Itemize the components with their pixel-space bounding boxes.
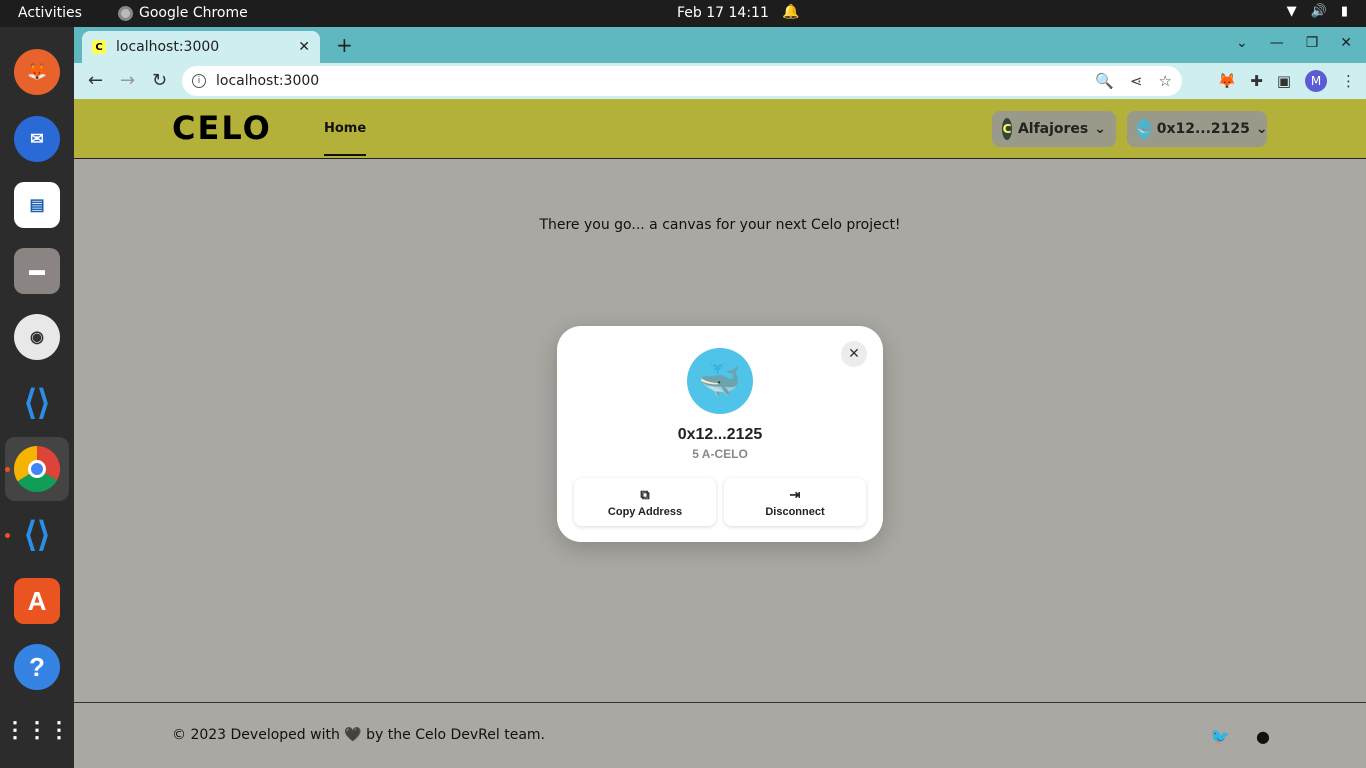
chrome-icon[interactable] bbox=[14, 446, 60, 492]
url-text: localhost:3000 bbox=[216, 73, 320, 89]
tab-search-icon[interactable]: ⌄ bbox=[1236, 35, 1248, 51]
copy-address-label: Copy Address bbox=[607, 505, 683, 518]
bookmark-star-icon[interactable]: ☆ bbox=[1159, 72, 1172, 90]
running-indicator bbox=[5, 467, 10, 472]
browser-tab[interactable]: C localhost:3000 ✕ bbox=[82, 31, 320, 63]
account-label: 0x12...2125 bbox=[1156, 121, 1250, 137]
maximize-icon[interactable]: ❐ bbox=[1306, 35, 1319, 51]
chevron-down-icon: ⌄ bbox=[1094, 121, 1106, 137]
activities-button[interactable]: Activities bbox=[18, 5, 82, 21]
vscode-icon[interactable]: ⟨⟩ bbox=[14, 512, 60, 558]
metamask-icon[interactable]: 🦊 bbox=[1218, 72, 1237, 90]
disconnect-label: Disconnect bbox=[765, 505, 825, 518]
app-center-icon[interactable]: A bbox=[14, 578, 60, 624]
github-icon[interactable]: ● bbox=[1256, 727, 1270, 746]
copyright-text: © 2023 Developed with 🖤 by the Celo DevR… bbox=[172, 727, 545, 743]
twitter-icon[interactable]: 🐦 bbox=[1210, 727, 1230, 746]
modal-balance: 5 A-CELO bbox=[692, 447, 748, 461]
back-icon[interactable]: ← bbox=[88, 70, 103, 91]
extension-area: 🦊 ✚ ▣ M ⋮ bbox=[1218, 70, 1356, 92]
site-info-icon[interactable]: i bbox=[192, 74, 206, 88]
chrome-mini-icon bbox=[118, 5, 133, 21]
kebab-menu-icon[interactable]: ⋮ bbox=[1341, 72, 1356, 90]
close-modal-icon[interactable]: ✕ bbox=[841, 341, 867, 367]
vscode-icon[interactable]: ⟨⟩ bbox=[14, 380, 60, 426]
tab-strip: C localhost:3000 ✕ + ⌄ — ❐ ✕ bbox=[74, 27, 1366, 63]
reload-icon[interactable]: ↻ bbox=[152, 70, 167, 91]
extensions-puzzle-icon[interactable]: ✚ bbox=[1250, 72, 1263, 90]
files-icon[interactable]: ▬ bbox=[14, 248, 60, 294]
network-selector-button[interactable]: C Alfajores ⌄ bbox=[992, 111, 1116, 147]
alarm-bell-icon: 🔔 bbox=[782, 4, 800, 20]
window-controls: ⌄ — ❐ ✕ bbox=[1236, 35, 1352, 51]
volume-icon: 🔊 bbox=[1310, 4, 1327, 19]
whale-avatar-icon: 🐳 bbox=[1137, 119, 1151, 139]
tab-title: localhost:3000 bbox=[116, 39, 220, 55]
app-grid-icon[interactable]: ⋮⋮⋮ bbox=[4, 707, 70, 753]
system-top-bar: Activities Google Chrome Feb 17 14:11 🔔 … bbox=[0, 0, 1366, 27]
account-button[interactable]: 🐳 0x12...2125 ⌄ bbox=[1127, 111, 1268, 147]
libreoffice-writer-icon[interactable]: ▤ bbox=[14, 182, 60, 228]
site-footer: © 2023 Developed with 🖤 by the Celo DevR… bbox=[74, 702, 1366, 768]
celo-logo[interactable]: CELO bbox=[172, 112, 272, 144]
nav-home-link[interactable]: Home bbox=[324, 121, 367, 156]
zoom-icon[interactable]: 🔍 bbox=[1095, 72, 1114, 90]
modal-address: 0x12...2125 bbox=[677, 426, 763, 443]
battery-icon: ▮ bbox=[1340, 4, 1348, 19]
running-indicator bbox=[5, 533, 10, 538]
profile-avatar[interactable]: M bbox=[1305, 70, 1327, 92]
clock[interactable]: Feb 17 14:11 bbox=[677, 5, 769, 21]
network-label: Alfajores bbox=[1017, 121, 1089, 137]
firefox-icon[interactable]: 🦊 bbox=[14, 49, 60, 95]
new-tab-button[interactable]: + bbox=[336, 33, 353, 57]
help-icon[interactable]: ? bbox=[14, 644, 60, 690]
share-icon[interactable]: ⋖ bbox=[1130, 72, 1143, 90]
forward-icon[interactable]: → bbox=[120, 70, 135, 91]
close-window-icon[interactable]: ✕ bbox=[1340, 35, 1352, 51]
copy-address-button[interactable]: ⧉ Copy Address bbox=[574, 478, 716, 526]
side-panel-icon[interactable]: ▣ bbox=[1277, 72, 1291, 90]
thunderbird-icon[interactable]: ✉ bbox=[14, 116, 60, 162]
chevron-down-icon: ⌄ bbox=[1255, 121, 1268, 137]
close-tab-icon[interactable]: ✕ bbox=[298, 39, 310, 55]
copy-icon: ⧉ bbox=[640, 486, 650, 502]
account-modal: ✕ 🐳 0x12...2125 5 A-CELO ⧉ Copy Address … bbox=[557, 326, 883, 542]
social-links: 🐦 ● bbox=[1210, 727, 1270, 746]
address-bar[interactable]: i localhost:3000 🔍 ⋖ ☆ bbox=[182, 66, 1182, 96]
dock: 🦊 ✉ ▤ ▬ ◉ ⟨⟩ ⟨⟩ A ? ⋮⋮⋮ bbox=[0, 27, 74, 768]
minimize-icon[interactable]: — bbox=[1270, 35, 1284, 51]
rhythmbox-icon[interactable]: ◉ bbox=[14, 314, 60, 360]
wifi-icon: ▼ bbox=[1286, 4, 1297, 19]
logout-icon: ⇥ bbox=[789, 486, 801, 502]
browser-toolbar: ← → ↻ i localhost:3000 🔍 ⋖ ☆ 🦊 ✚ ▣ M ⋮ bbox=[74, 63, 1366, 99]
whale-avatar-icon: 🐳 bbox=[687, 348, 753, 414]
disconnect-button[interactable]: ⇥ Disconnect bbox=[724, 478, 866, 526]
celo-network-icon: C bbox=[1002, 118, 1012, 140]
app-name: Google Chrome bbox=[139, 5, 248, 21]
site-header: CELO Home C Alfajores ⌄ 🐳 0x12...2125 ⌄ bbox=[74, 99, 1366, 159]
celo-favicon-icon: C bbox=[92, 40, 106, 54]
system-tray[interactable]: ▼ 🔊 ▮ bbox=[1287, 4, 1348, 19]
tagline: There you go... a canvas for your next C… bbox=[539, 217, 901, 233]
app-menu[interactable]: Google Chrome bbox=[118, 5, 248, 21]
